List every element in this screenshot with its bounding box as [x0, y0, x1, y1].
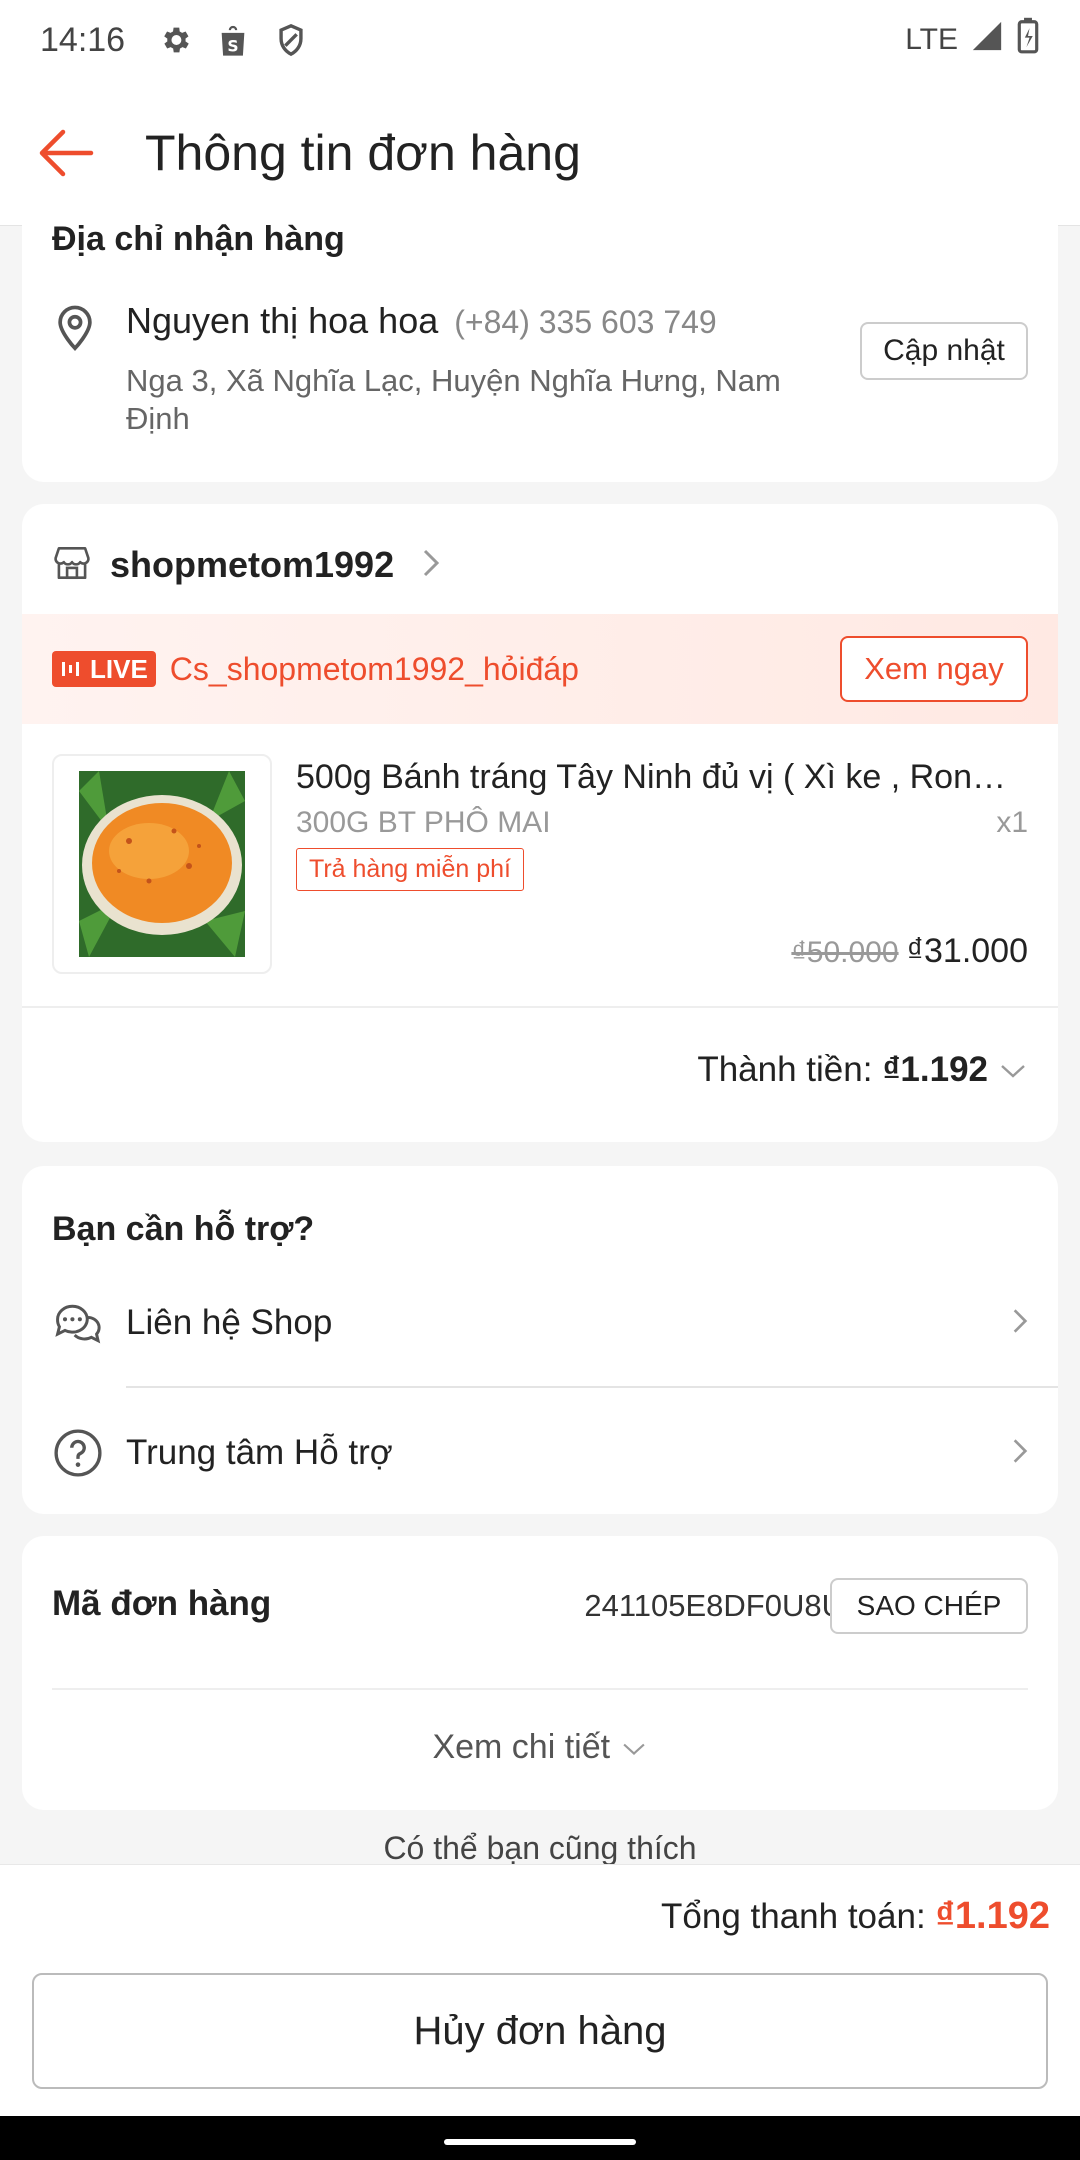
contact-shop-row[interactable]: Liên hệ Shop: [22, 1268, 1058, 1378]
chat-icon: [52, 1297, 104, 1349]
view-details-toggle[interactable]: Xem chi tiết: [22, 1728, 1058, 1767]
store-icon: [52, 545, 92, 586]
grand-total-value: ₫1.192: [935, 1895, 1050, 1937]
shield-icon: [271, 20, 311, 60]
shop-name: shopmetom1992: [110, 544, 395, 585]
help-center-row[interactable]: Trung tâm Hỗ trợ: [22, 1398, 1058, 1508]
signal-icon: [970, 19, 1004, 61]
address-label: Địa chỉ nhận hàng: [52, 220, 345, 258]
subtotal-value: ₫1.192: [882, 1050, 988, 1089]
recipient-phone: (+84) 335 603 749: [454, 304, 717, 340]
support-title: Bạn cần hỗ trợ?: [52, 1210, 315, 1248]
status-bar: 14:16 S LTE: [0, 0, 1080, 80]
live-badge-label: LIVE: [90, 653, 148, 684]
grand-total-label: Tổng thanh toán:: [661, 1897, 926, 1936]
copy-button[interactable]: SAO CHÉP: [830, 1578, 1028, 1634]
recipient-name: Nguyen thị hoa hoa: [126, 300, 439, 341]
free-return-tag: Trả hàng miễn phí: [296, 848, 524, 891]
svg-text:S: S: [227, 37, 238, 55]
recommend-heading: Có thể bạn cũng thích: [383, 1830, 697, 1864]
cancel-order-button[interactable]: Hủy đơn hàng: [32, 1973, 1048, 2089]
product-quantity: x1: [996, 806, 1028, 839]
live-bars-icon: [62, 662, 79, 676]
back-arrow-icon[interactable]: [30, 118, 100, 188]
divider: [52, 1688, 1028, 1690]
bottom-bar: Tổng thanh toán: ₫1.192 Hủy đơn hàng: [0, 1864, 1080, 2116]
status-right: LTE: [905, 17, 1040, 63]
live-banner[interactable]: LIVE Cs_shopmetom1992_hỏiđáp Xem ngay: [22, 614, 1058, 724]
page-title: Thông tin đơn hàng: [145, 124, 581, 181]
address-card: Địa chỉ nhận hàng Nguyen thị hoa hoa (+8…: [22, 200, 1058, 482]
product-image: [52, 754, 272, 974]
settings-icon: [155, 20, 195, 60]
original-price: ₫50.000: [791, 936, 899, 969]
subtotal-label: Thành tiền:: [697, 1050, 873, 1089]
product-name: 500g Bánh tráng Tây Ninh đủ vị ( Xì ke ,…: [296, 758, 1006, 796]
help-center-label: Trung tâm Hỗ trợ: [126, 1433, 393, 1472]
product-prices: ₫50.000 ₫31.000: [791, 932, 1028, 971]
shop-header[interactable]: shopmetom1992: [52, 544, 440, 586]
recipient-line: Nguyen thị hoa hoa (+84) 335 603 749: [126, 300, 717, 342]
live-badge: LIVE: [52, 651, 156, 687]
order-info-card: Mã đơn hàng 241105E8DF0U8U SAO CHÉP Xem …: [22, 1536, 1058, 1810]
chevron-right-icon: [1012, 1437, 1028, 1470]
sale-price: ₫31.000: [906, 932, 1028, 970]
shopping-bag-icon: S: [213, 20, 253, 60]
order-subtotal[interactable]: Thành tiền: ₫1.192: [697, 1050, 1028, 1090]
product-variant: 300G BT PHÔ MAI: [296, 806, 551, 839]
question-circle-icon: [52, 1427, 104, 1479]
product-item[interactable]: 500g Bánh tráng Tây Ninh đủ vị ( Xì ke ,…: [52, 754, 1028, 974]
order-code: 241105E8DF0U8U: [584, 1588, 844, 1623]
network-label: LTE: [905, 23, 958, 56]
battery-icon: [1016, 17, 1040, 63]
recipient-address: Nga 3, Xã Nghĩa Lạc, Huyện Nghĩa Hưng, N…: [126, 363, 781, 436]
shop-card: shopmetom1992 LIVE Cs_shopmetom1992_hỏiđ…: [22, 504, 1058, 1142]
status-time: 14:16: [40, 20, 126, 59]
order-code-label: Mã đơn hàng: [52, 1584, 272, 1623]
chevron-right-icon: [422, 548, 440, 583]
chevron-down-icon: [620, 1728, 648, 1766]
location-pin-icon: [52, 300, 98, 357]
grand-total: Tổng thanh toán: ₫1.192: [661, 1895, 1050, 1938]
watch-now-button[interactable]: Xem ngay: [840, 636, 1028, 702]
chevron-down-icon: [998, 1050, 1028, 1090]
live-stream-name: Cs_shopmetom1992_hỏiđáp: [169, 650, 579, 687]
divider: [126, 1386, 1058, 1388]
support-card: Bạn cần hỗ trợ? Liên hệ Shop Trung tâm H…: [22, 1166, 1058, 1514]
system-nav-bar: [0, 2116, 1080, 2160]
contact-shop-label: Liên hệ Shop: [126, 1303, 333, 1342]
home-gesture-handle[interactable]: [444, 2139, 636, 2145]
chevron-right-icon: [1012, 1307, 1028, 1340]
update-address-button[interactable]: Cập nhật: [860, 322, 1028, 380]
divider: [22, 1006, 1058, 1008]
view-details-label: Xem chi tiết: [432, 1728, 611, 1766]
